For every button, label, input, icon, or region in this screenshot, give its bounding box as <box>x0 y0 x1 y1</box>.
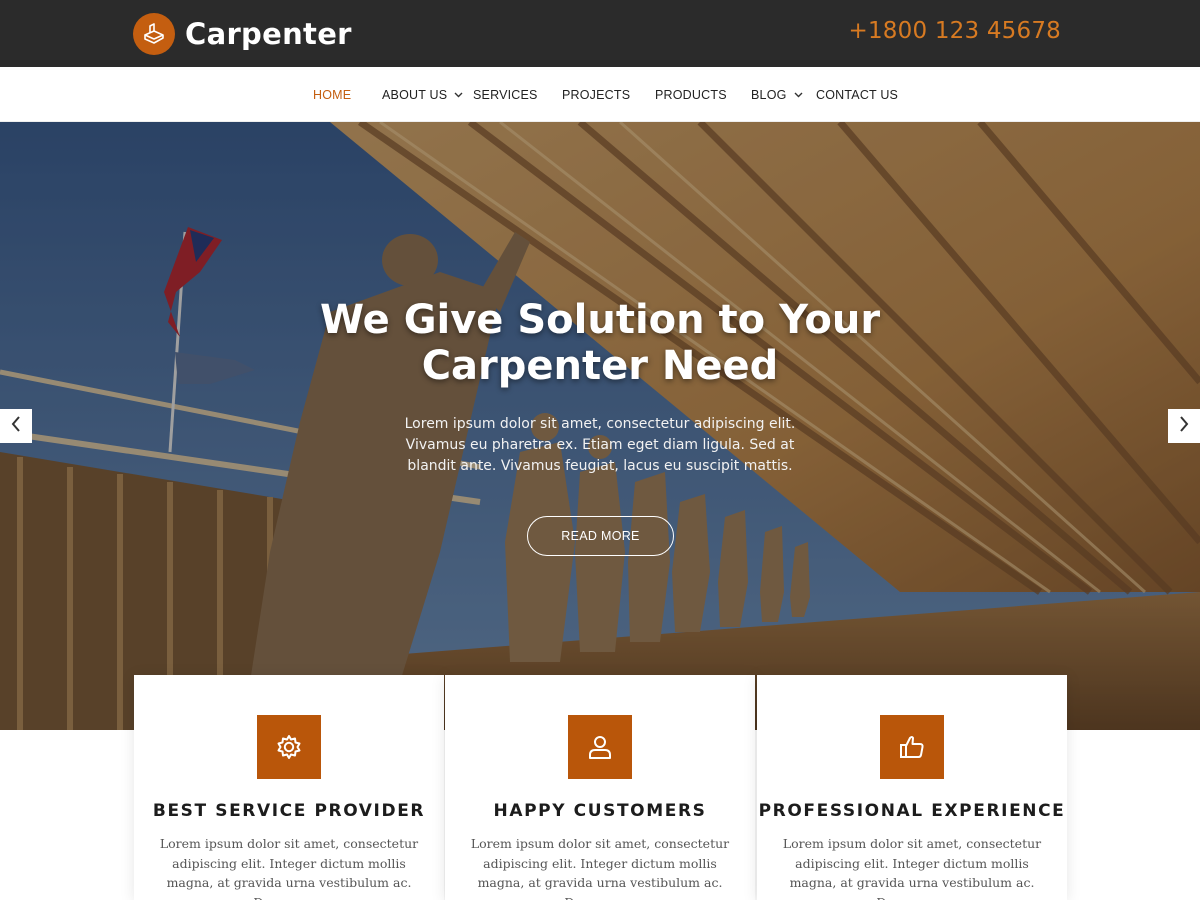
slider-next-button[interactable] <box>1168 409 1200 443</box>
feature-card-customers: HAPPY CUSTOMERS Lorem ipsum dolor sit am… <box>445 675 755 900</box>
nav-item-projects[interactable]: PROJECTS <box>562 67 630 122</box>
chevron-right-icon <box>1179 415 1189 437</box>
nav-item-contact-us[interactable]: CONTACT US <box>816 67 898 122</box>
nav-item-label: PRODUCTS <box>655 87 727 102</box>
chevron-left-icon <box>11 415 21 437</box>
nav-item-products[interactable]: PRODUCTS <box>655 67 727 122</box>
thumbs-up-icon <box>880 715 944 779</box>
chevron-down-icon <box>794 92 803 98</box>
read-more-button[interactable]: READ MORE <box>527 516 674 556</box>
nav-item-label: BLOG <box>751 87 787 102</box>
top-bar: Carpenter +1800 123 45678 <box>0 0 1200 67</box>
slider-prev-button[interactable] <box>0 409 32 443</box>
feature-text: Lorem ipsum dolor sit amet, consectetur … <box>159 836 419 900</box>
phone-number[interactable]: +1800 123 45678 <box>849 18 1062 44</box>
nav-item-label: SERVICES <box>473 87 538 102</box>
nav-item-home[interactable]: HOME <box>313 67 351 122</box>
nav-item-label: ABOUT US <box>382 87 448 102</box>
hero-slider: We Give Solution to Your Carpenter Need … <box>0 122 1200 730</box>
nav-item-about-us[interactable]: ABOUT US <box>382 67 463 122</box>
feature-text: Lorem ipsum dolor sit amet, consectetur … <box>470 836 730 900</box>
user-icon <box>568 715 632 779</box>
nav-item-blog[interactable]: BLOG <box>751 67 803 122</box>
logo-text: Carpenter <box>185 17 352 51</box>
gear-icon <box>257 715 321 779</box>
site-logo[interactable]: Carpenter <box>133 13 352 55</box>
nav-item-label: CONTACT US <box>816 87 899 102</box>
feature-title: PROFESSIONAL EXPERIENCE <box>758 801 1066 821</box>
feature-text: Lorem ipsum dolor sit amet, consectetur … <box>782 836 1042 900</box>
chevron-down-icon <box>454 92 463 98</box>
feature-card-service: BEST SERVICE PROVIDER Lorem ipsum dolor … <box>134 675 444 900</box>
feature-title: BEST SERVICE PROVIDER <box>152 801 426 821</box>
main-nav: HOME ABOUT US SERVICES PROJECTS PRODUCTS… <box>0 67 1200 122</box>
hero-description: Lorem ipsum dolor sit amet, consectetur … <box>404 416 796 474</box>
hero-title: We Give Solution to Your Carpenter Need <box>319 297 881 389</box>
logo-icon <box>133 13 175 55</box>
feature-title: HAPPY CUSTOMERS <box>493 801 707 821</box>
nav-item-label: HOME <box>313 87 352 102</box>
nav-item-services[interactable]: SERVICES <box>473 67 538 122</box>
feature-card-experience: PROFESSIONAL EXPERIENCE Lorem ipsum dolo… <box>757 675 1067 900</box>
nav-item-label: PROJECTS <box>562 87 631 102</box>
